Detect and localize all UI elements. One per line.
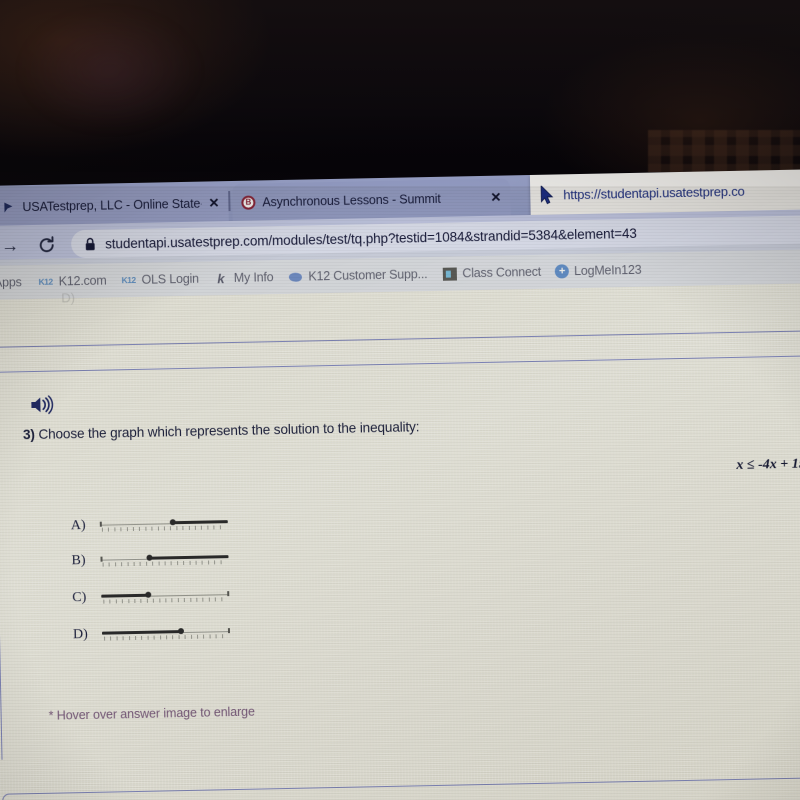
- browser-window: USATestprep, LLC - Online State-S ✕ B As…: [0, 169, 800, 800]
- answer-choice-b[interactable]: B): [71, 550, 229, 569]
- answer-choice-c[interactable]: C): [72, 587, 230, 606]
- bezel-light-reflection: [20, 10, 200, 130]
- answer-choice-a[interactable]: A): [71, 515, 228, 534]
- page-viewport: D) 3) Choose the graph which represents …: [0, 243, 800, 800]
- tab-drag-preview[interactable]: https://studentapi.usatestprep.co ✕: [529, 169, 800, 215]
- arrow-cursor-icon: [540, 184, 554, 204]
- tab-asynchronous-lessons[interactable]: B Asynchronous Lessons - Summit ✕: [232, 178, 511, 221]
- close-icon[interactable]: ✕: [208, 195, 219, 210]
- tab-usatestprep[interactable]: USATestprep, LLC - Online State-S ✕: [0, 184, 229, 226]
- screenshot-root: USATestprep, LLC - Online State-S ✕ B As…: [0, 0, 800, 800]
- lock-icon: [85, 237, 95, 250]
- inequality-operator: ≤: [746, 457, 755, 473]
- question-number: 3): [22, 426, 35, 443]
- number-line-graph-b[interactable]: [100, 551, 229, 569]
- monitor-bezel: [0, 0, 800, 270]
- previous-question-card: D): [0, 243, 800, 348]
- reload-icon[interactable]: [35, 234, 57, 256]
- previous-choice-ghost-label: D): [61, 290, 76, 306]
- choice-label: A): [70, 517, 86, 534]
- number-line-graph-c[interactable]: [101, 588, 230, 606]
- close-icon[interactable]: ✕: [490, 190, 501, 205]
- inequality-left: x: [736, 457, 744, 473]
- number-line-graph-a[interactable]: [99, 516, 228, 534]
- answer-choice-d[interactable]: D): [72, 624, 231, 643]
- inequality-expression: x ≤ -4x + 15: [736, 457, 800, 474]
- summit-icon: B: [241, 195, 256, 210]
- next-question-card: [2, 776, 800, 800]
- forward-icon[interactable]: →: [0, 234, 21, 256]
- usatestprep-icon: [1, 200, 15, 214]
- choice-label: D): [72, 626, 88, 643]
- number-line-graph-d[interactable]: [101, 625, 231, 643]
- choice-label: B): [71, 552, 86, 569]
- speaker-icon[interactable]: [30, 395, 54, 415]
- choice-label: C): [72, 589, 87, 606]
- inequality-right: -4x + 15: [757, 456, 800, 473]
- tab-title: USATestprep, LLC - Online State-S: [22, 196, 202, 214]
- tab-separator: [228, 191, 231, 212]
- drag-preview-url: https://studentapi.usatestprep.co: [563, 183, 745, 202]
- tab-title: Asynchronous Lessons - Summit: [262, 191, 441, 209]
